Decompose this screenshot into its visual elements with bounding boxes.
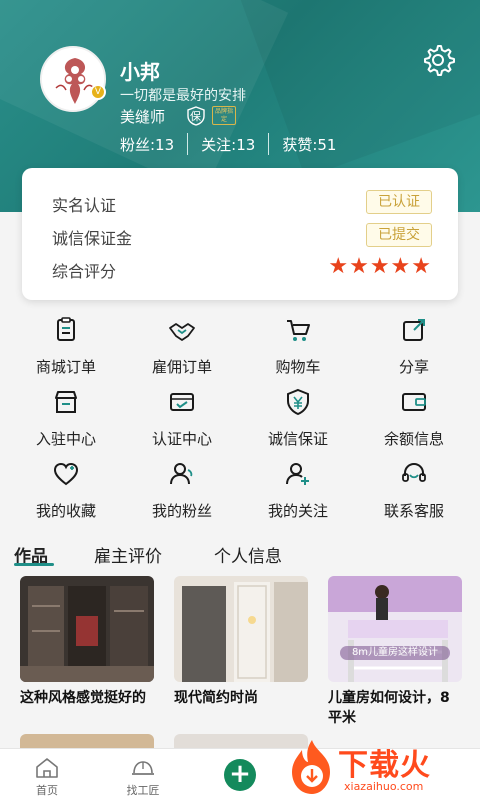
divider — [268, 133, 270, 155]
grid-item-integrity[interactable]: 诚信保证 — [238, 378, 358, 448]
heart-icon — [52, 460, 80, 488]
grid-item-favorites[interactable]: 我的收藏 — [6, 450, 126, 520]
work-card[interactable]: 8m儿童房这样设计 儿童房如何设计，8平米 — [328, 576, 462, 728]
wallet-icon — [400, 388, 428, 416]
nav-home[interactable]: 首页 — [2, 749, 92, 800]
active-tab-indicator — [14, 563, 54, 566]
work-caption: 现代简约时尚 — [174, 690, 258, 706]
work-image-text: 8m儿童房这样设计 — [340, 646, 450, 660]
profile-stats: 粉丝:13 关注:13 获赞:51 — [120, 133, 336, 155]
user-motto: 一切都是最好的安排 — [120, 88, 246, 104]
home-icon — [35, 757, 59, 779]
grid-item-customer-service[interactable]: 联系客服 — [354, 450, 474, 520]
real-name-label: 实名认证 — [52, 196, 117, 215]
card-check-icon — [168, 388, 196, 416]
likes-count[interactable]: 获赞:51 — [282, 134, 336, 155]
avatar[interactable] — [40, 46, 106, 112]
user-role: 美缝师 — [120, 108, 166, 126]
grid-item-my-follows[interactable]: 我的关注 — [238, 450, 358, 520]
work-image — [174, 576, 308, 682]
real-name-status: 已认证 — [366, 190, 432, 214]
brand-badge: 品牌指定 — [212, 106, 236, 125]
clipboard-icon — [52, 316, 80, 344]
grid-item-share[interactable]: 分享 — [354, 306, 474, 376]
work-caption: 这种风格感觉挺好的 — [20, 690, 146, 706]
grid-item-settle-center[interactable]: 入驻中心 — [6, 378, 126, 448]
rating-row: 综合评分 ★★★★★ — [52, 254, 432, 281]
certification-card: 实名认证 已认证 诚信保证金 已提交 综合评分 ★★★★★ — [22, 168, 458, 300]
user-fans-icon — [168, 460, 196, 488]
flame-logo-icon — [286, 738, 338, 796]
divider — [187, 133, 189, 155]
grid-item-mall-orders[interactable]: 商城订单 — [6, 306, 126, 376]
nav-find-craftsman[interactable]: 找工匠 — [98, 749, 188, 800]
guarantee-shield-icon: 保 — [186, 106, 206, 126]
grid-item-hire-orders[interactable]: 雇佣订单 — [122, 306, 242, 376]
grid-item-cert-center[interactable]: 认证中心 — [122, 378, 242, 448]
grid-item-balance[interactable]: 余额信息 — [354, 378, 474, 448]
work-card[interactable]: 现代简约时尚 — [174, 576, 308, 708]
helmet-icon — [131, 757, 155, 779]
work-card[interactable]: 这种风格感觉挺好的 — [20, 576, 154, 708]
store-icon — [52, 388, 80, 416]
content-tabs: 作品 雇主评价 个人信息 — [0, 540, 480, 570]
deposit-row[interactable]: 诚信保证金 已提交 — [52, 223, 432, 248]
fans-count[interactable]: 粉丝:13 — [120, 134, 174, 155]
verified-badge-icon: V — [90, 84, 106, 100]
yen-shield-icon — [284, 388, 312, 416]
grid-item-my-fans[interactable]: 我的粉丝 — [122, 450, 242, 520]
real-name-row[interactable]: 实名认证 已认证 — [52, 190, 432, 215]
share-icon — [400, 316, 428, 344]
tab-employer-reviews[interactable]: 雇主评价 — [94, 542, 162, 567]
following-count[interactable]: 关注:13 — [201, 134, 255, 155]
handshake-icon — [168, 316, 196, 344]
work-image: 8m儿童房这样设计 — [328, 576, 462, 682]
publish-plus-button[interactable]: + — [224, 759, 256, 791]
deposit-status: 已提交 — [366, 223, 432, 247]
work-caption: 儿童房如何设计，8平米 — [328, 690, 450, 726]
rating-stars: ★★★★★ — [328, 254, 432, 279]
watermark: 下载火 xiazaihuo.com — [286, 738, 480, 800]
gear-icon[interactable] — [420, 42, 456, 78]
user-follow-icon — [284, 460, 312, 488]
headset-icon — [400, 460, 428, 488]
tab-personal-info[interactable]: 个人信息 — [214, 542, 282, 567]
user-name: 小邦 — [120, 60, 160, 84]
deposit-label: 诚信保证金 — [52, 229, 133, 248]
watermark-text: 下载火 — [338, 748, 431, 783]
work-image — [20, 576, 154, 682]
grid-item-cart[interactable]: 购物车 — [238, 306, 358, 376]
cart-icon — [284, 316, 312, 344]
watermark-url: xiazaihuo.com — [344, 780, 424, 793]
rating-label: 综合评分 — [52, 262, 117, 281]
